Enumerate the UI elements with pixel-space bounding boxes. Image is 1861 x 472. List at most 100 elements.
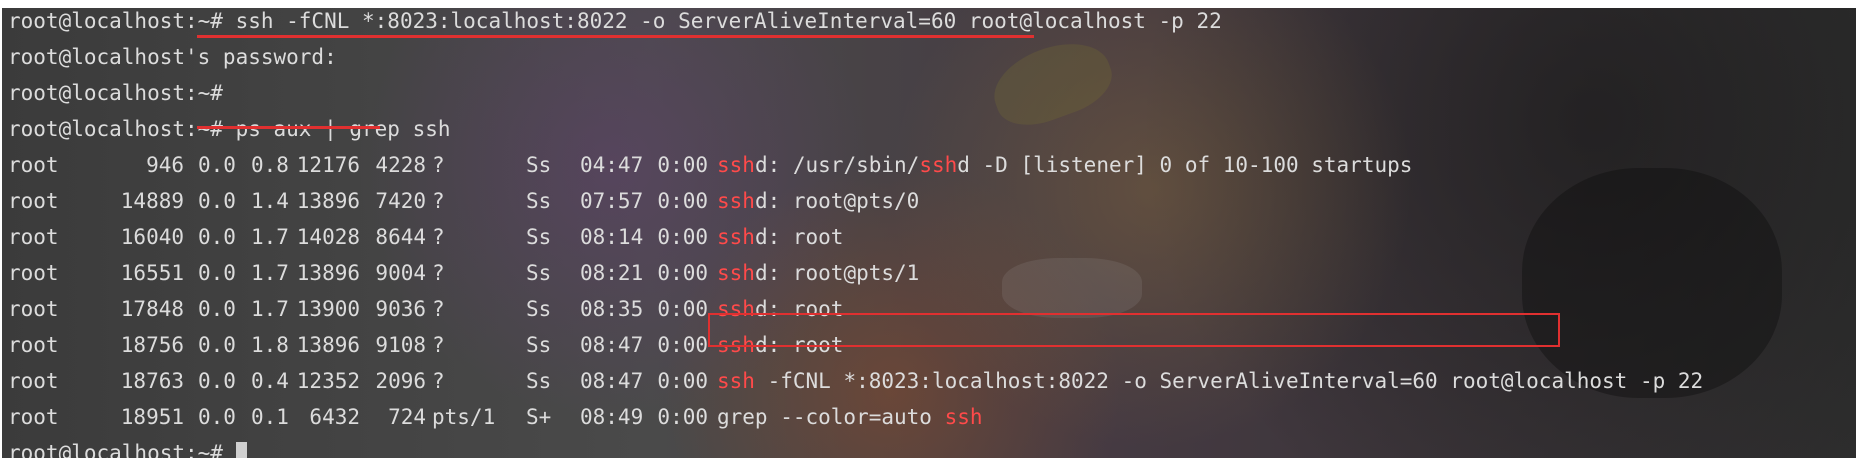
process-stat: S+ — [526, 405, 552, 429]
password-prompt-text: root@localhost's password: — [8, 45, 337, 69]
process-row: root 17848 0.0 1.7 13900 9036? Ss 08:35 0:00 sshd… — [8, 296, 1222, 332]
process-pid: 18951 — [120, 405, 184, 429]
process-row: root 14889 0.0 1.4 13896 7420? Ss 07:57 0:00 sshd… — [8, 188, 1222, 224]
process-tty: ? — [432, 153, 445, 177]
process-vsz: 13896 — [296, 261, 360, 285]
command-text: d: root — [754, 333, 844, 357]
grep-match: ssh — [717, 333, 755, 357]
process-rss: 9036 — [375, 297, 426, 321]
process-start: 08:47 — [580, 369, 644, 393]
process-time: 0:00 — [657, 225, 708, 249]
process-vsz: 12352 — [296, 369, 360, 393]
process-user: root — [8, 297, 59, 321]
password-prompt-line: root@localhost's password: — [8, 44, 1222, 80]
process-vsz: 6432 — [309, 405, 360, 429]
process-mem: 1.7 — [251, 297, 289, 321]
process-stat: Ss — [526, 297, 552, 321]
process-pid: 16040 — [120, 225, 184, 249]
command-text: d: root — [754, 297, 844, 321]
process-pid: 17848 — [120, 297, 184, 321]
grep-match: ssh — [919, 153, 958, 177]
process-command: sshd: /usr/sbin/sshd -D [listener] 0 of … — [717, 152, 1412, 178]
process-rss: 4228 — [375, 153, 426, 177]
grep-match: ssh — [717, 225, 755, 249]
grep-match: ssh — [717, 297, 755, 321]
process-cpu: 0.0 — [198, 405, 236, 429]
process-cpu: 0.0 — [198, 153, 236, 177]
grep-match: ssh — [717, 261, 755, 285]
command-text: -fCNL *:8023:localhost:8022 -o ServerAli… — [754, 369, 1704, 393]
process-tty: ? — [432, 297, 445, 321]
process-row: root 18756 0.0 1.8 13896 9108? Ss 08:47 0:00 sshd… — [8, 332, 1222, 368]
process-tty: ? — [432, 369, 445, 393]
ps-grep-command: ps aux | grep ssh — [235, 117, 451, 141]
command-text: d -D [listener] 0 of 10-100 startups — [957, 153, 1413, 177]
process-cpu: 0.0 — [198, 189, 236, 213]
process-mem: 1.7 — [251, 261, 289, 285]
grep-match: ssh — [717, 189, 755, 213]
process-row: root 16040 0.0 1.7 14028 8644? Ss 08:14 0:00 sshd… — [8, 224, 1222, 260]
process-time: 0:00 — [657, 333, 708, 357]
process-command: sshd: root — [717, 224, 843, 250]
process-user: root — [8, 333, 59, 357]
process-command: grep --color=auto ssh — [717, 404, 983, 430]
process-time: 0:00 — [657, 189, 708, 213]
process-stat: Ss — [526, 261, 552, 285]
empty-prompt-line: root@localhost:~# — [8, 80, 1222, 116]
process-cpu: 0.0 — [198, 261, 236, 285]
process-mem: 0.4 — [251, 369, 289, 393]
process-list: root 946 0.0 0.8 12176 4228? Ss 04:47 0:00 sshd: … — [8, 152, 1703, 440]
prompt: root@localhost:~# — [8, 441, 223, 458]
process-start: 08:49 — [580, 405, 644, 429]
process-vsz: 14028 — [296, 225, 360, 249]
process-vsz: 13900 — [296, 297, 360, 321]
wallpaper-pumpkin-decoration — [1522, 168, 1782, 398]
process-row: root 16551 0.0 1.7 13896 9004? Ss 08:21 0:00 sshd… — [8, 260, 1222, 296]
process-rss: 2096 — [375, 369, 426, 393]
prompt: root@localhost:~# — [8, 117, 236, 141]
process-stat: Ss — [526, 333, 552, 357]
grep-match: ssh — [717, 153, 755, 177]
process-cpu: 0.0 — [198, 297, 236, 321]
process-time: 0:00 — [657, 153, 708, 177]
process-tty: pts/1 — [432, 405, 496, 429]
process-mem: 1.8 — [251, 333, 289, 357]
command-line-ps: root@localhost:~# ps aux | grep ssh — [8, 116, 1222, 152]
process-row: root 18951 0.0 0.1 6432 724 pts/1 S+ 08:49 0:00 gr… — [8, 404, 1222, 440]
process-user: root — [8, 261, 59, 285]
command-line-ssh: root@localhost:~# ssh -fCNL *:8023:local… — [8, 8, 1222, 44]
current-prompt-line[interactable]: root@localhost:~# — [8, 440, 1222, 458]
process-start: 08:47 — [580, 333, 644, 357]
process-cpu: 0.0 — [198, 369, 236, 393]
process-vsz: 13896 — [296, 333, 360, 357]
process-stat: Ss — [526, 369, 552, 393]
command-text: d: root — [754, 225, 844, 249]
text-cursor — [235, 442, 247, 458]
command-text: d: root@pts/0 — [754, 189, 920, 213]
process-rss: 9004 — [375, 261, 426, 285]
process-mem: 1.7 — [251, 225, 289, 249]
process-command: ssh -fCNL *:8023:localhost:8022 -o Serve… — [717, 368, 1703, 394]
process-vsz: 12176 — [296, 153, 360, 177]
process-row: root 946 0.0 0.8 12176 4228? Ss 04:47 0:00 sshd: … — [8, 152, 1412, 188]
command-text: d: /usr/sbin/ — [754, 153, 920, 177]
terminal-window[interactable]: root@localhost:~# ssh -fCNL *:8023:local… — [2, 8, 1856, 458]
grep-match: ssh — [944, 405, 983, 429]
process-mem: 0.1 — [251, 405, 289, 429]
process-time: 0:00 — [657, 405, 708, 429]
process-mem: 0.8 — [251, 153, 289, 177]
process-pid: 18756 — [120, 333, 184, 357]
process-user: root — [8, 189, 59, 213]
ssh-tunnel-command: ssh -fCNL *:8023:localhost:8022 -o Serve… — [235, 9, 1222, 33]
prompt: root@localhost:~# — [8, 81, 223, 105]
process-pid: 18763 — [120, 369, 184, 393]
process-time: 0:00 — [657, 369, 708, 393]
process-row: root 18763 0.0 0.4 12352 2096? Ss 08:47 0:00 ssh … — [8, 368, 1703, 404]
process-command: sshd: root — [717, 296, 843, 322]
process-command: sshd: root@pts/1 — [717, 260, 919, 286]
process-start: 08:14 — [580, 225, 644, 249]
command-text: grep --color=auto — [717, 405, 945, 429]
process-cpu: 0.0 — [198, 225, 236, 249]
process-command: sshd: root@pts/0 — [717, 188, 919, 214]
process-rss: 9108 — [375, 333, 426, 357]
